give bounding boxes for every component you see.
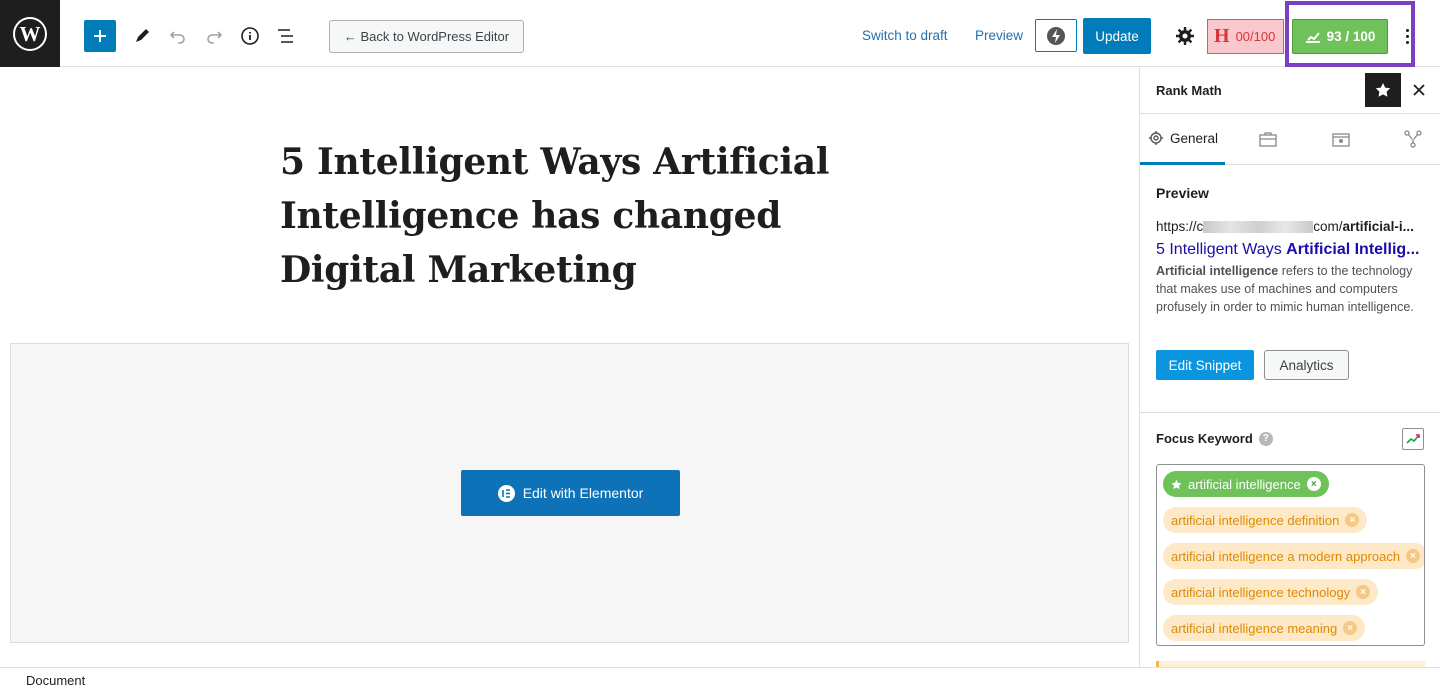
url-prefix: https://c (1156, 219, 1204, 234)
preview-button[interactable]: Preview (975, 28, 1023, 43)
sidebar-tabs: General (1140, 114, 1440, 165)
url-suffix: com/ (1313, 219, 1343, 234)
gear-icon (1149, 131, 1163, 145)
redo-icon (207, 31, 223, 44)
snippet-title-bold: Artificial Intellig... (1286, 241, 1420, 258)
edit-snippet-button[interactable]: Edit Snippet (1156, 350, 1254, 380)
info-icon (241, 27, 259, 45)
keyword-text: artificial intelligence a modern approac… (1171, 548, 1401, 564)
bolt-icon (1047, 26, 1065, 45)
redo-button[interactable] (200, 20, 228, 52)
headline-score-button[interactable]: H 00/100 (1207, 19, 1284, 54)
snippet-preview-section: Preview https://c com/artificial-i... 5 I… (1140, 165, 1440, 413)
wordpress-logo[interactable]: W (0, 0, 60, 67)
tab-general-label: General (1170, 130, 1219, 146)
tab-social[interactable] (1403, 129, 1423, 149)
sidebar-title: Rank Math (1156, 83, 1222, 98)
close-icon (1413, 84, 1425, 96)
keyword-text: artificial intelligence meaning (1171, 620, 1338, 636)
analytics-button[interactable]: Analytics (1264, 350, 1349, 380)
sidebar-header: Rank Math (1140, 67, 1440, 114)
snippet-description: Artificial intelligence refers to the te… (1156, 262, 1428, 316)
tools-button[interactable] (128, 20, 156, 52)
remove-keyword-icon[interactable]: × (1343, 621, 1358, 635)
trend-icon (1406, 434, 1420, 444)
focus-keyword-heading: Focus Keyword ? (1156, 431, 1273, 446)
preview-heading: Preview (1156, 185, 1209, 201)
help-icon[interactable]: ? (1258, 431, 1273, 446)
keyword-text: artificial intelligence technology (1171, 584, 1351, 600)
schema-icon (1332, 133, 1350, 147)
list-view-button[interactable] (272, 20, 300, 52)
blurred-domain (1203, 221, 1314, 234)
keyword-tag-primary[interactable]: artificial intelligence × (1163, 471, 1329, 497)
more-options-button[interactable] (1400, 22, 1414, 50)
share-icon (1404, 130, 1422, 148)
keyword-tag[interactable]: artificial intelligence definition × (1163, 507, 1368, 533)
keyword-tag[interactable]: artificial intelligence meaning × (1163, 615, 1366, 641)
add-block-button[interactable] (84, 20, 116, 52)
more-icon (1405, 28, 1409, 32)
headline-logo: H (1214, 25, 1230, 47)
gear-icon (1176, 27, 1194, 45)
url-slug: artificial-i... (1342, 219, 1414, 234)
plus-icon (94, 30, 106, 42)
star-icon (1375, 83, 1391, 97)
star-icon (1171, 479, 1182, 489)
keyword-trends-button[interactable] (1402, 428, 1424, 450)
undo-button[interactable] (164, 20, 192, 52)
bolt-button[interactable] (1035, 19, 1077, 52)
post-title[interactable]: 5 Intelligent Ways Artificial Intelligen… (280, 135, 880, 297)
switch-to-draft-button[interactable]: Switch to draft (862, 28, 948, 43)
tab-advanced[interactable] (1258, 129, 1278, 149)
tab-general[interactable]: General (1140, 114, 1225, 165)
keyword-tag[interactable]: artificial intelligence technology × (1163, 579, 1379, 605)
remove-keyword-icon[interactable]: × (1406, 549, 1421, 563)
rankmath-sidebar: Rank Math General Preview https://c com/… (1139, 67, 1440, 667)
svg-text:W: W (20, 22, 41, 46)
edit-with-elementor-button[interactable]: Edit with Elementor (461, 470, 680, 516)
details-button[interactable] (236, 20, 264, 52)
headline-score-value: 00/100 (1235, 29, 1276, 44)
tab-schema[interactable] (1331, 129, 1351, 149)
snippet-url: https://c com/artificial-i... (1156, 219, 1436, 234)
breadcrumb-document[interactable]: Document (26, 673, 85, 688)
list-view-icon (278, 29, 293, 43)
highlight-box (1285, 1, 1415, 67)
remove-keyword-icon[interactable]: × (1306, 477, 1321, 491)
settings-button[interactable] (1172, 23, 1198, 49)
remove-keyword-icon[interactable]: × (1345, 513, 1360, 527)
keyword-text: artificial intelligence definition (1171, 512, 1340, 528)
editor-header: W ← Back to WordPress Editor Switch to d… (0, 0, 1440, 67)
block-breadcrumb-bar: Document (0, 667, 1440, 692)
keyword-tag[interactable]: artificial intelligence a modern approac… (1163, 543, 1424, 569)
update-button[interactable]: Update (1083, 18, 1151, 54)
briefcase-icon (1259, 132, 1277, 147)
notice-bar (1156, 661, 1425, 667)
undo-icon (169, 31, 185, 44)
focus-keyword-label: Focus Keyword (1156, 431, 1253, 446)
snippet-title[interactable]: 5 Intelligent Ways Artificial Intellig..… (1156, 241, 1428, 259)
pencil-icon (136, 29, 149, 42)
elementor-icon (497, 484, 515, 502)
editor-canvas: 5 Intelligent Ways Artificial Intelligen… (0, 67, 1139, 667)
snippet-title-plain: 5 Intelligent Ways (1156, 241, 1287, 258)
wordpress-icon: W (13, 16, 47, 51)
pin-sidebar-button[interactable] (1365, 73, 1401, 107)
edit-with-elementor-label: Edit with Elementor (522, 485, 644, 501)
snippet-desc-bold: Artificial intelligence (1156, 264, 1279, 278)
close-sidebar-button[interactable] (1410, 77, 1428, 103)
elementor-placeholder: Edit with Elementor (10, 343, 1129, 643)
remove-keyword-icon[interactable]: × (1356, 585, 1371, 599)
back-to-editor-button[interactable]: ← Back to WordPress Editor (329, 20, 524, 53)
focus-keyword-input[interactable]: artificial intelligence × artificial int… (1156, 464, 1425, 646)
keyword-text: artificial intelligence (1188, 476, 1301, 492)
